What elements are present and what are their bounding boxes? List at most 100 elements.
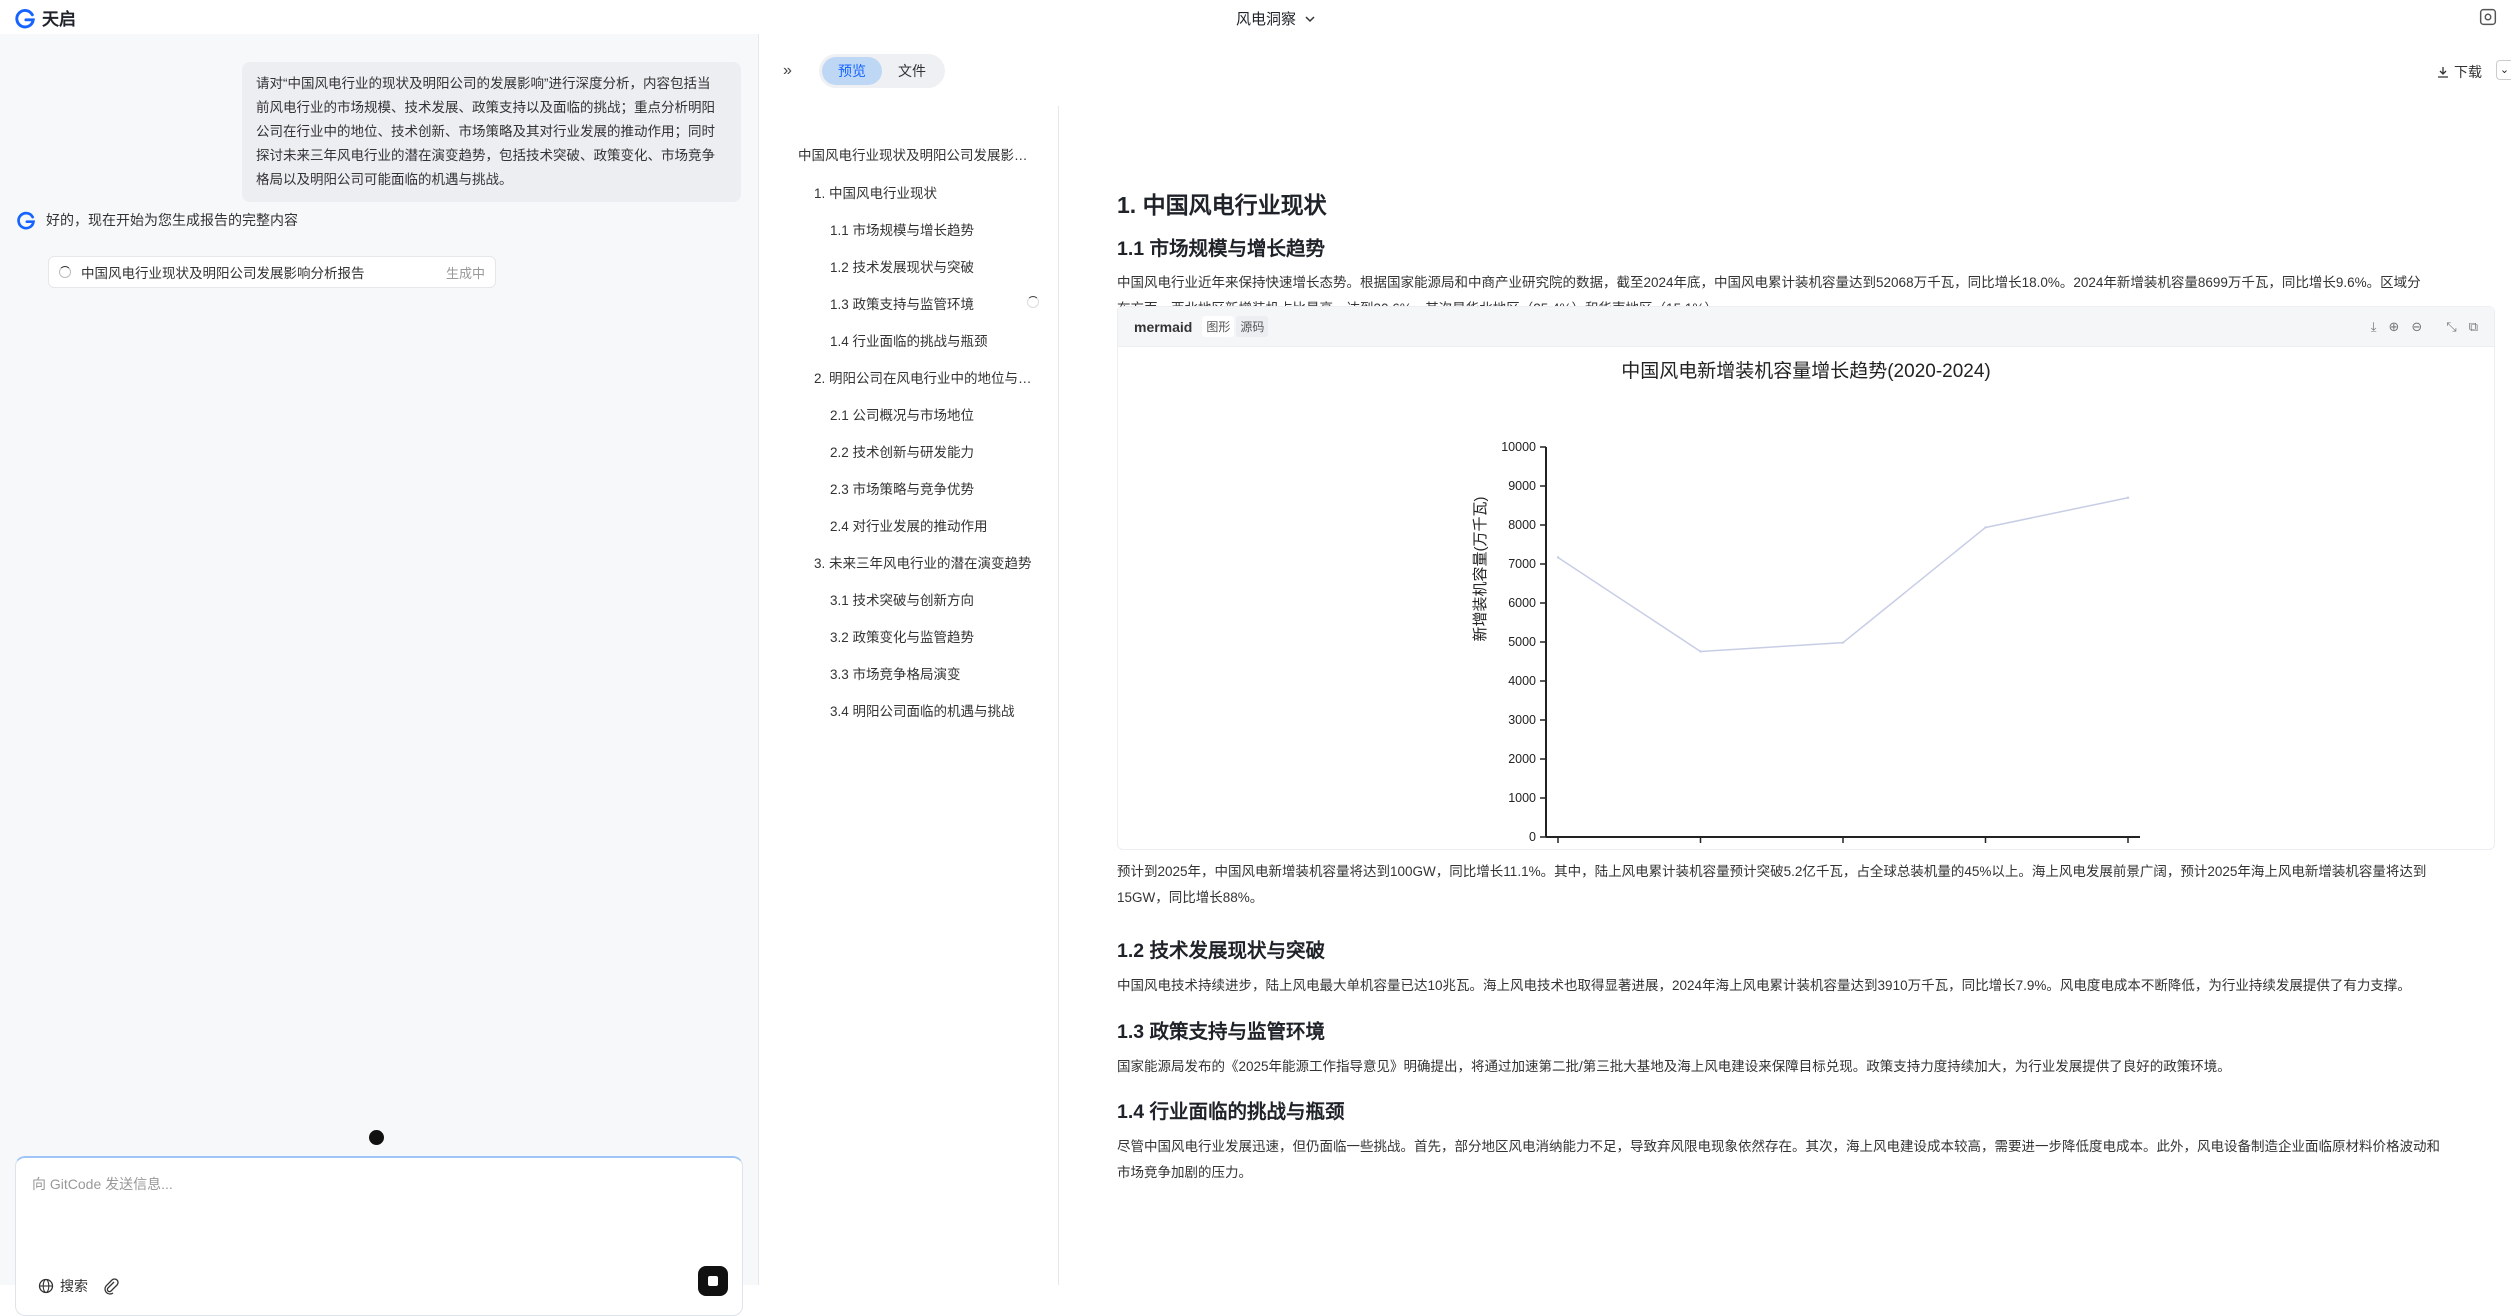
tab-files[interactable]: 文件 [882, 57, 942, 85]
toc-item[interactable]: 2.2 技术创新与研发能力 [830, 441, 1050, 461]
toc-item[interactable]: 1.1 市场规模与增长趋势 [830, 219, 1050, 239]
report-card-title: 中国风电行业现状及明阳公司发展影响分析报告 [81, 266, 365, 281]
doc-heading-1-4: 1.4 行业面临的挑战与瓶颈 [1117, 1101, 1345, 1123]
app-logo[interactable]: 天启 [14, 5, 76, 30]
globe-icon [38, 1278, 54, 1294]
message-input[interactable]: 向 GitCode 发送信息... 搜索 [15, 1156, 743, 1316]
doc-heading-1-3: 1.3 政策支持与监管环境 [1117, 1021, 1326, 1043]
user-message-line: 探讨未来三年风电行业的潜在演变趋势，包括技术突破、政策变化、市场竞争 [256, 148, 715, 163]
doc-paragraph-line: 中国风电行业近年来保持快速增长态势。根据国家能源局和中商产业研究院的数据，截至2… [1117, 275, 2421, 290]
copy-icon[interactable]: ⧉ [2469, 319, 2478, 335]
toc-item[interactable]: 2.3 市场策略与竞争优势 [830, 478, 1050, 498]
toc-item[interactable]: 2.4 对行业发展的推动作用 [830, 515, 1050, 535]
user-message-line: 请对“中国风电行业的现状及明阳公司的发展影响”进行深度分析，内容包括当 [256, 76, 711, 91]
settings-icon[interactable] [2477, 6, 2499, 28]
input-placeholder: 向 GitCode 发送信息... [32, 1176, 173, 1192]
collapse-icon[interactable]: ⤡ [2446, 319, 2456, 335]
toc-item[interactable]: 1. 中国风电行业现状 [814, 182, 1044, 202]
doc-paragraph: 尽管中国风电行业发展迅速，但仍面临一些挑战。首先，部分地区风电消纳能力不足，导致… [1117, 1134, 2497, 1186]
y-tick-label: 1000 [1508, 791, 1536, 805]
toc-item[interactable]: 1.4 行业面临的挑战与瓶颈 [830, 330, 1010, 350]
data-point [1699, 650, 1702, 653]
tab-source[interactable]: 源码 [1236, 316, 1269, 337]
doc-paragraph-line: 市场竞争加剧的压力。 [1117, 1165, 1252, 1180]
line-chart: 中国风电新增装机容量增长趋势(2020-2024) 新增装机容量(万千瓦) 0 1… [1472, 360, 2142, 862]
project-title-dropdown[interactable]: 风电洞察 [1236, 8, 1316, 29]
attachment-icon[interactable] [102, 1277, 120, 1295]
toc-item[interactable]: 3.2 政策变化与监管趋势 [830, 626, 1050, 646]
app-name: 天启 [42, 10, 76, 29]
download-icon[interactable]: ⤓ [2371, 319, 2377, 335]
search-label: 搜索 [60, 1278, 88, 1294]
more-dropdown[interactable]: ⌄ [2496, 60, 2511, 80]
typing-indicator [369, 1130, 384, 1145]
toc-item[interactable]: 3.1 技术突破与创新方向 [830, 589, 1050, 609]
y-tick-label: 10000 [1501, 440, 1536, 454]
y-tick-label: 0 [1529, 830, 1536, 844]
download-label: 下载 [2454, 64, 2482, 80]
search-toggle[interactable]: 搜索 [38, 1276, 88, 1296]
toc-item[interactable]: 2. 明阳公司在风电行业中的地位与影响 [814, 367, 1044, 387]
report-card-status: 生成中 [445, 265, 485, 281]
y-tick-label: 2000 [1508, 752, 1536, 766]
assistant-text: 好的，现在开始为您生成报告的完整内容 [46, 212, 298, 228]
download-icon [2438, 67, 2448, 78]
user-message-line: 公司在行业中的地位、技术创新、市场策略及其对行业发展的推动作用；同时 [256, 124, 715, 139]
preview-toolbar: » 预览 文件 下载 ⌄ [759, 34, 2511, 106]
series-line [1557, 497, 2129, 653]
zoom-out-icon[interactable]: ⊖ [2411, 319, 2422, 335]
zoom-in-icon[interactable]: ⊕ [2388, 319, 2399, 335]
top-bar: 天启 风电洞察 [0, 0, 2511, 34]
view-tabs: 预览 文件 [819, 54, 945, 88]
loading-spinner-icon [1027, 296, 1039, 308]
doc-heading-1: 1. 中国风电行业现状 [1117, 192, 1327, 218]
toc-item[interactable]: 2.1 公司概况与市场地位 [830, 404, 1050, 424]
y-tick-label: 8000 [1508, 518, 1536, 532]
chart-axes: 0 1000 2000 3000 4000 5000 6000 7000 8000 9000 100… [1501, 440, 2142, 862]
chart-title: 中国风电新增装机容量增长趋势(2020-2024) [1621, 360, 1991, 382]
data-point [1841, 641, 1845, 644]
data-point [1984, 526, 1987, 529]
y-tick-label: 6000 [1508, 596, 1536, 610]
toc-item[interactable]: 1.2 技术发展现状与突破 [830, 256, 1050, 276]
preview-panel: » 预览 文件 下载 ⌄ 中国风电行业现状及明阳公司发展影响分析报告 1. 中国… [758, 34, 2511, 1285]
doc-paragraph-line: 15GW，同比增长88%。 [1117, 890, 1264, 905]
doc-paragraph-line: 预计到2025年，中国风电新增装机容量将达到100GW，同比增长11.1%。其中… [1117, 864, 2427, 879]
doc-heading-1-2: 1.2 技术发展现状与突破 [1117, 940, 1326, 962]
chevron-down-icon [1305, 15, 1315, 22]
assistant-message: 好的，现在开始为您生成报告的完整内容 [16, 210, 298, 230]
y-tick-label: 5000 [1508, 635, 1536, 649]
report-card[interactable]: 中国风电行业现状及明阳公司发展影响分析报告 生成中 [48, 256, 496, 288]
user-message: 请对“中国风电行业的现状及明阳公司的发展影响”进行深度分析，内容包括当 前风电行… [242, 62, 741, 202]
user-message-line: 格局以及明阳公司可能面临的机遇与挑战。 [256, 172, 513, 187]
y-tick-label: 7000 [1508, 557, 1536, 571]
tab-diagram[interactable]: 图形 [1202, 316, 1235, 337]
toc-item[interactable]: 3.4 明阳公司面临的机遇与挑战 [830, 700, 1050, 720]
logo-g-icon [15, 8, 35, 28]
toc-item[interactable]: 3. 未来三年风电行业的潜在演变趋势 [814, 552, 1052, 572]
toc-item[interactable]: 3.3 市场竞争格局演变 [830, 663, 1050, 683]
data-point [1556, 556, 1560, 559]
doc-paragraph: 国家能源局发布的《2025年能源工作指导意见》明确提出，将通过加速第二批/第三批… [1117, 1059, 2231, 1074]
tab-preview[interactable]: 预览 [822, 57, 882, 85]
toc-item[interactable]: 1.3 政策支持与监管环境 [830, 293, 1050, 313]
y-tick-label: 9000 [1508, 479, 1536, 493]
collapse-icon[interactable]: » [783, 62, 792, 80]
download-button[interactable]: 下载 [2436, 62, 2482, 82]
project-title: 风电洞察 [1236, 11, 1297, 28]
assistant-avatar-icon [17, 211, 36, 230]
chat-panel: 请对“中国风电行业的现状及明阳公司的发展影响”进行深度分析，内容包括当 前风电行… [0, 34, 758, 1316]
mermaid-label: mermaid [1134, 318, 1193, 335]
mermaid-block: mermaid 图形 源码 ⤓ ⊕ ⊖ ⤡ ⧉ 中国风电新增装机容量增长趋势(2… [1117, 306, 2495, 862]
stop-button[interactable] [698, 1266, 728, 1296]
doc-paragraph-line: 尽管中国风电行业发展迅速，但仍面临一些挑战。首先，部分地区风电消纳能力不足，导致… [1117, 1139, 2440, 1154]
user-message-line: 前风电行业的市场规模、技术发展、政策支持以及面临的挑战；重点分析明阳 [256, 100, 715, 115]
doc-paragraph: 中国风电技术持续进步，陆上风电最大单机容量已达10兆瓦。海上风电技术也取得显著进… [1117, 978, 2411, 993]
y-tick-label: 4000 [1508, 674, 1536, 688]
table-of-contents: 中国风电行业现状及明阳公司发展影响分析报告 1. 中国风电行业现状 1.1 市场… [759, 106, 1059, 1285]
loading-spinner-icon [59, 266, 71, 278]
y-axis-label: 新增装机容量(万千瓦) [1472, 497, 1489, 642]
toc-item[interactable]: 中国风电行业现状及明阳公司发展影响分析报告 [798, 144, 1038, 164]
data-point [2126, 496, 2130, 499]
doc-paragraph: 预计到2025年，中国风电新增装机容量将达到100GW，同比增长11.1%。其中… [1117, 859, 2497, 911]
